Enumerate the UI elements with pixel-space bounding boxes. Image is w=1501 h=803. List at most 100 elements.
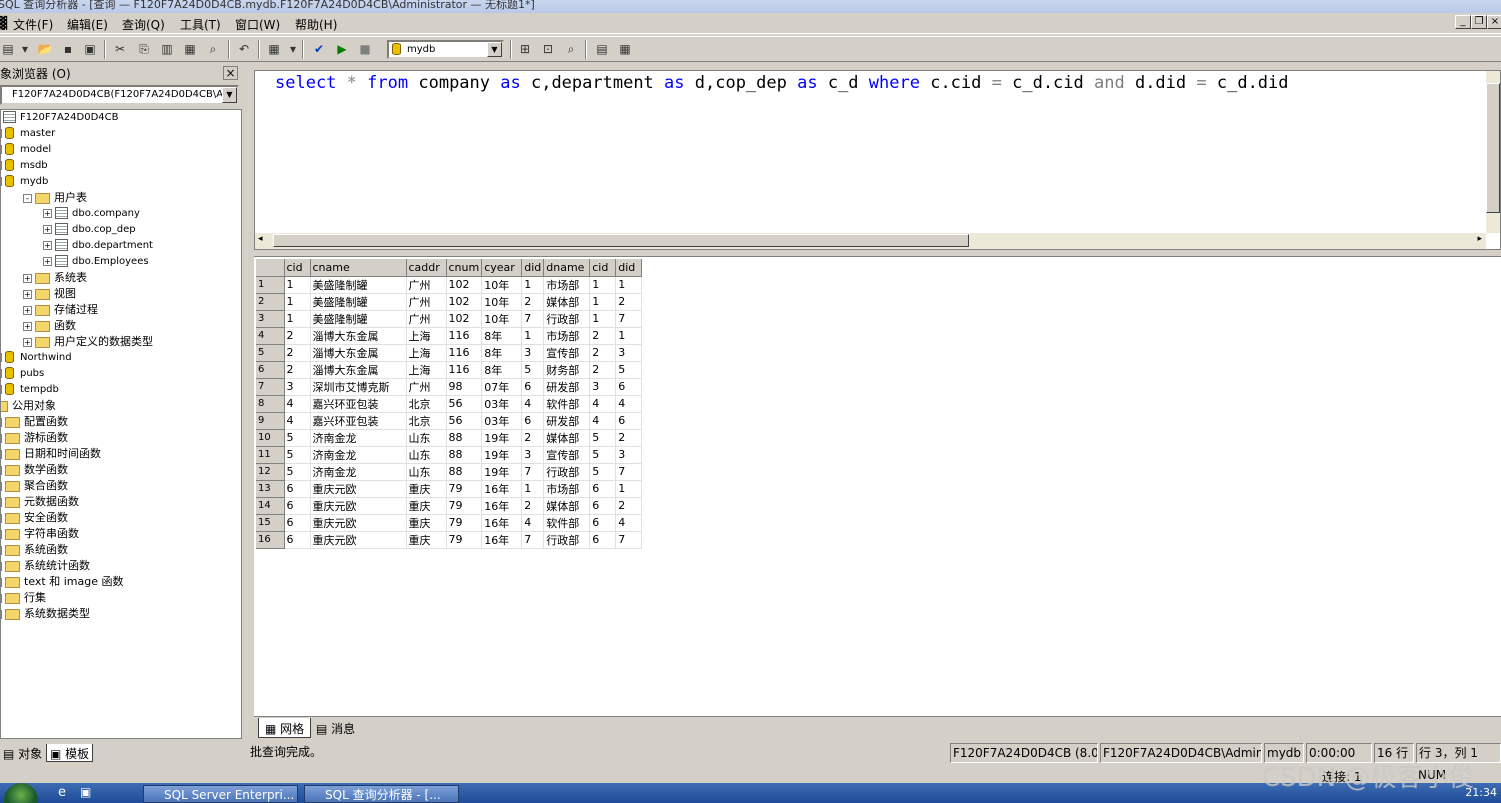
tree-item[interactable]: + 存储过程 <box>23 302 98 318</box>
row-header[interactable]: 13 <box>256 480 285 498</box>
tree-item[interactable]: + 安全函数 <box>1 510 68 526</box>
table-cell[interactable]: 市场部 <box>543 276 591 294</box>
expand-icon[interactable]: + <box>23 289 32 299</box>
table-cell[interactable]: 5 <box>284 429 311 447</box>
app-icon[interactable]: ▓ <box>0 16 7 30</box>
column-header[interactable]: cid <box>589 259 617 277</box>
table-cell[interactable]: 116 <box>446 361 483 379</box>
table-cell[interactable]: 广州 <box>406 378 447 396</box>
table-cell[interactable]: 行政部 <box>543 310 591 328</box>
table-cell[interactable]: 重庆元欧 <box>310 531 407 549</box>
find-icon[interactable]: ⌕ <box>205 41 221 57</box>
expand-icon[interactable]: + <box>1 593 2 603</box>
menu-window[interactable]: 窗口(W) <box>235 16 280 33</box>
tree-item[interactable]: + master <box>1 126 55 142</box>
sql-text[interactable]: select * from company as c,department as… <box>275 73 1289 93</box>
expand-icon[interactable]: + <box>1 513 2 523</box>
chevron-down-icon[interactable]: ▼ <box>222 87 237 103</box>
tree-item[interactable]: - 用户表 <box>23 190 87 206</box>
table-cell[interactable]: 1 <box>589 293 617 311</box>
table-cell[interactable]: 1 <box>521 276 545 294</box>
tree-item[interactable]: 公用对象 <box>1 398 56 414</box>
table-cell[interactable]: 1 <box>589 310 617 328</box>
table-cell[interactable]: 7 <box>615 531 643 549</box>
tree-item[interactable]: + 用户定义的数据类型 <box>23 334 153 350</box>
close-icon[interactable]: × <box>1487 15 1501 29</box>
clear-window-icon[interactable]: ▦ <box>182 41 198 57</box>
table-row[interactable]: 8 4 嘉兴环亚包装 北京 56 03年 4 软件部 4 4 <box>256 395 643 413</box>
expand-icon[interactable]: + <box>1 481 2 491</box>
table-row[interactable]: 3 1 美盛隆制罐 广州 102 10年 7 行政部 1 7 <box>256 310 643 328</box>
expand-icon[interactable]: + <box>1 529 2 539</box>
row-header[interactable]: 6 <box>256 361 285 379</box>
save-icon[interactable]: ▪ <box>60 41 76 57</box>
table-cell[interactable]: 7 <box>521 531 545 549</box>
tree-item[interactable]: + 日期和时间函数 <box>1 446 101 462</box>
table-cell[interactable]: 淄博大东金属 <box>310 361 407 379</box>
table-cell[interactable]: 媒体部 <box>543 429 591 447</box>
table-cell[interactable]: 淄博大东金属 <box>310 327 407 345</box>
table-row[interactable]: 1 1 美盛隆制罐 广州 102 10年 1 市场部 1 1 <box>256 276 643 294</box>
table-cell[interactable]: 16年 <box>481 480 523 498</box>
column-header[interactable]: caddr <box>406 259 447 277</box>
table-cell[interactable]: 88 <box>446 463 483 481</box>
results-grid-icon[interactable]: ▦ <box>266 41 282 57</box>
table-cell[interactable]: 102 <box>446 276 483 294</box>
table-cell[interactable]: 7 <box>521 310 545 328</box>
collapse-icon[interactable]: - <box>1 176 2 186</box>
table-cell[interactable]: 4 <box>284 395 311 413</box>
index-tuning-icon[interactable]: ⌕ <box>563 41 579 57</box>
new-query-icon[interactable]: ▤ <box>0 41 16 57</box>
table-row[interactable]: 4 2 淄博大东金属 上海 116 8年 1 市场部 2 1 <box>256 327 643 345</box>
table-cell[interactable]: 6 <box>615 378 643 396</box>
expand-icon[interactable]: + <box>1 384 2 394</box>
tree-item[interactable]: + dbo.company <box>43 206 140 222</box>
table-cell[interactable]: 19年 <box>481 429 523 447</box>
table-cell[interactable]: 116 <box>446 344 483 362</box>
table-cell[interactable]: 79 <box>446 497 483 515</box>
tree-item[interactable]: + 配置函数 <box>1 414 68 430</box>
table-cell[interactable]: 6 <box>615 412 643 430</box>
table-cell[interactable]: 3 <box>521 446 545 464</box>
table-cell[interactable]: 济南金龙 <box>310 446 407 464</box>
row-header[interactable]: 9 <box>256 412 285 430</box>
table-row[interactable]: 16 6 重庆元欧 重庆 79 16年 7 行政部 6 7 <box>256 531 643 549</box>
table-cell[interactable]: 济南金龙 <box>310 429 407 447</box>
editor-horizontal-scrollbar[interactable]: ◂ ▸ <box>255 233 1486 249</box>
expand-icon[interactable]: + <box>23 273 32 283</box>
table-cell[interactable]: 4 <box>615 395 643 413</box>
tree-item[interactable]: + dbo.cop_dep <box>43 222 136 238</box>
table-cell[interactable]: 2 <box>521 293 545 311</box>
table-cell[interactable]: 4 <box>615 514 643 532</box>
table-cell[interactable]: 6 <box>284 480 311 498</box>
table-cell[interactable]: 淄博大东金属 <box>310 344 407 362</box>
table-cell[interactable]: 6 <box>589 497 617 515</box>
insert-template-icon[interactable]: ▣ <box>82 41 98 57</box>
expand-icon[interactable]: + <box>43 256 52 266</box>
row-header[interactable]: 11 <box>256 446 285 464</box>
editor-vertical-scrollbar[interactable] <box>1486 71 1500 233</box>
expand-icon[interactable]: + <box>1 368 2 378</box>
table-cell[interactable]: 16年 <box>481 514 523 532</box>
table-cell[interactable]: 广州 <box>406 293 447 311</box>
expand-icon[interactable]: + <box>1 609 2 619</box>
table-cell[interactable]: 4 <box>521 395 545 413</box>
table-row[interactable]: 15 6 重庆元欧 重庆 79 16年 4 软件部 6 4 <box>256 514 643 532</box>
table-cell[interactable]: 上海 <box>406 327 447 345</box>
expand-icon[interactable]: + <box>43 240 52 250</box>
column-header[interactable]: dname <box>543 259 591 277</box>
object-tree[interactable]: F120F7A24D0D4CB + master + model + msdb - mydb - 用… <box>0 109 242 739</box>
tree-item[interactable]: + 游标函数 <box>1 430 68 446</box>
table-cell[interactable]: 1 <box>284 310 311 328</box>
table-cell[interactable]: 16年 <box>481 531 523 549</box>
table-cell[interactable]: 美盛隆制罐 <box>310 310 407 328</box>
table-cell[interactable]: 6 <box>284 514 311 532</box>
table-cell[interactable]: 2 <box>284 327 311 345</box>
table-row[interactable]: 7 3 深圳市艾博克斯 广州 98 07年 6 研发部 3 6 <box>256 378 643 396</box>
tree-item[interactable]: + pubs <box>1 366 44 382</box>
table-cell[interactable]: 软件部 <box>543 395 591 413</box>
minimize-icon[interactable]: _ <box>1455 15 1471 29</box>
table-cell[interactable]: 2 <box>521 497 545 515</box>
table-cell[interactable]: 88 <box>446 446 483 464</box>
table-cell[interactable]: 07年 <box>481 378 523 396</box>
